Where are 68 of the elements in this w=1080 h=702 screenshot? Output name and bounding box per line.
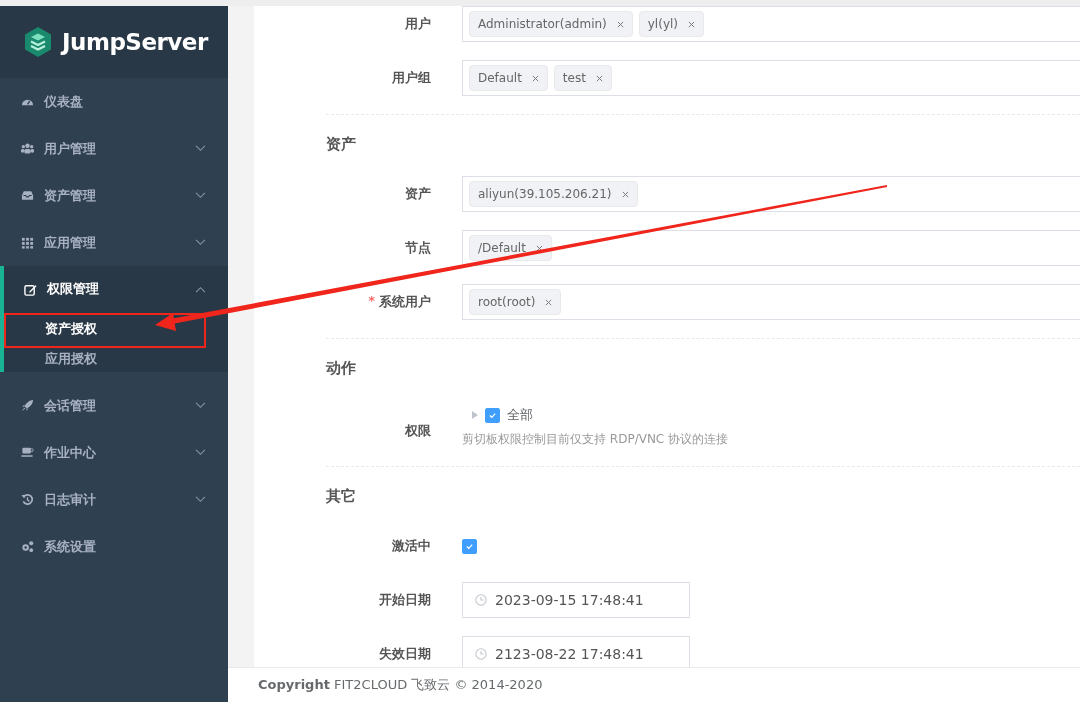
close-icon[interactable] xyxy=(545,298,553,306)
users-icon xyxy=(21,142,34,155)
tag: root(root) xyxy=(469,289,562,315)
date-field[interactable]: 2023-09-15 17:48:41 xyxy=(462,582,690,618)
tag: /Default xyxy=(469,235,552,261)
history-icon xyxy=(21,493,34,506)
close-icon[interactable] xyxy=(531,74,539,82)
chevron-icon xyxy=(195,239,206,246)
nav-item[interactable]: 资产管理 xyxy=(4,172,228,219)
edit-icon xyxy=(24,282,37,296)
select-field[interactable]: aliyun(39.105.206.21) xyxy=(462,176,1080,212)
checkbox-label: 全部 xyxy=(507,406,533,424)
select-field[interactable]: Default test xyxy=(462,60,1080,96)
checkbox[interactable] xyxy=(485,407,500,423)
field-label: 资产 xyxy=(405,185,431,203)
logo-text: JumpServer xyxy=(62,29,208,55)
select-field[interactable]: root(root) xyxy=(462,284,1080,320)
clock-icon xyxy=(475,594,487,606)
chevron-icon xyxy=(195,145,206,152)
clock-icon xyxy=(475,648,487,660)
tag: aliyun(39.105.206.21) xyxy=(469,181,638,207)
field-label: 开始日期 xyxy=(379,591,431,609)
chevron-icon xyxy=(195,192,206,199)
chevron-icon xyxy=(195,402,206,409)
nav-item[interactable]: 作业中心 xyxy=(4,429,228,476)
section-title: 资产 xyxy=(326,135,357,154)
chevron-icon xyxy=(195,496,206,503)
inbox-icon xyxy=(21,189,34,202)
rocket-icon xyxy=(21,399,34,412)
checkbox[interactable] xyxy=(462,538,477,554)
select-field[interactable]: Administrator(admin) yl(yl) xyxy=(462,6,1080,42)
nav-item[interactable]: 日志审计 xyxy=(4,476,228,523)
grid-icon xyxy=(21,236,34,249)
field-label: 权限 xyxy=(405,422,431,440)
section-title: 动作 xyxy=(326,359,357,378)
copyright-text: Copyright FIT2CLOUD 飞致云 © 2014-2020 xyxy=(258,676,543,694)
nav-item[interactable]: 权限管理 xyxy=(4,266,228,312)
required-mark: * xyxy=(368,293,375,310)
close-icon[interactable] xyxy=(616,20,624,28)
coffee-icon xyxy=(21,446,34,459)
nav-item[interactable]: 仪表盘 xyxy=(4,78,228,125)
field-label: 用户组 xyxy=(392,69,431,87)
chevron-icon xyxy=(195,285,206,293)
nav-item[interactable]: 应用管理 xyxy=(4,219,228,266)
field-label: 系统用户 xyxy=(379,293,431,311)
logo-icon xyxy=(22,26,54,58)
check-icon xyxy=(465,541,474,551)
tag: yl(yl) xyxy=(638,11,704,37)
field-label: 失效日期 xyxy=(379,645,431,663)
help-text: 剪切板权限控制目前仅支持 RDP/VNC 协议的连接 xyxy=(462,431,729,448)
nav-item[interactable]: 会话管理 xyxy=(4,382,228,429)
nav-item[interactable]: 用户管理 xyxy=(4,125,228,172)
field-label: 节点 xyxy=(405,239,431,257)
section-title: 其它 xyxy=(326,487,357,506)
check-icon xyxy=(488,410,497,420)
field-label: 激活中 xyxy=(392,537,431,555)
sub-nav-item[interactable]: 资产授权 xyxy=(10,316,97,342)
sub-nav-item[interactable]: 应用授权 xyxy=(10,346,97,372)
close-icon[interactable] xyxy=(621,190,629,198)
close-icon[interactable] xyxy=(688,20,695,28)
chevron-icon xyxy=(195,449,206,456)
nav-item[interactable]: 系统设置 xyxy=(4,523,228,570)
tag: Administrator(admin) xyxy=(469,11,633,37)
tag: test xyxy=(553,65,612,91)
close-icon[interactable] xyxy=(595,74,603,82)
gears-icon xyxy=(21,540,34,553)
tag: Default xyxy=(469,65,548,91)
field-label: 用户 xyxy=(405,15,431,33)
